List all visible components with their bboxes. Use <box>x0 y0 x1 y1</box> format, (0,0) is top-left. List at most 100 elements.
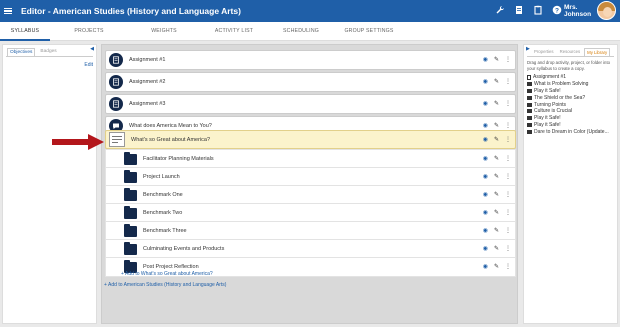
item-label: Benchmark Two <box>143 210 183 216</box>
item-label: Facilitator Planning Materials <box>143 156 214 162</box>
eye-icon[interactable]: ◉ <box>483 155 488 162</box>
eye-icon[interactable]: ◉ <box>483 191 488 198</box>
tab-objectives[interactable]: Objectives <box>7 48 36 56</box>
tab-properties[interactable]: Properties <box>532 48 556 56</box>
item-label: Post Project Reflection <box>143 264 199 270</box>
pencil-icon[interactable]: ✎ <box>494 155 499 162</box>
tab-syllabus[interactable]: SYLLABUS <box>0 22 50 41</box>
library-item[interactable]: Play it Safe! <box>527 122 614 129</box>
syllabus-item[interactable]: Assignment #1 ◉ ✎ ⋮ <box>105 50 516 70</box>
library-item[interactable]: Turning Points <box>527 101 614 108</box>
avatar[interactable] <box>597 1 616 20</box>
main-tabs: SYLLABUS PROJECTS WEIGHTS ACTIVITY LIST … <box>0 22 620 41</box>
tab-group-settings[interactable]: GROUP SETTINGS <box>334 22 404 41</box>
library-item[interactable]: What is Problem Solving <box>527 81 614 88</box>
more-icon[interactable]: ⋮ <box>505 56 511 63</box>
folder-item[interactable]: Culminating Events and Products ◉ ✎ ⋮ <box>105 239 516 259</box>
library-item[interactable]: Culture is Crucial <box>527 108 614 115</box>
folder-item[interactable]: Benchmark Three ◉ ✎ ⋮ <box>105 221 516 241</box>
more-icon[interactable]: ⋮ <box>505 245 511 252</box>
library-item[interactable]: Play it Safe! <box>527 88 614 95</box>
more-icon[interactable]: ⋮ <box>505 78 511 85</box>
more-icon[interactable]: ⋮ <box>505 191 511 198</box>
folder-item[interactable]: Benchmark Two ◉ ✎ ⋮ <box>105 203 516 223</box>
eye-icon[interactable]: ◉ <box>483 209 488 216</box>
pencil-icon[interactable]: ✎ <box>494 56 499 63</box>
pencil-icon[interactable]: ✎ <box>494 136 499 143</box>
more-icon[interactable]: ⋮ <box>505 227 511 234</box>
item-label: Culminating Events and Products <box>143 246 225 252</box>
library-item[interactable]: Assignment #1 <box>527 74 614 81</box>
eye-icon[interactable]: ◉ <box>483 78 488 85</box>
folder-item[interactable]: Benchmark One ◉ ✎ ⋮ <box>105 185 516 205</box>
collapse-right-icon[interactable]: ▶ <box>526 46 530 52</box>
app-header: Editor - American Studies (History and L… <box>0 0 620 22</box>
left-panel: ◀ Objectives Badges Edit <box>2 44 97 324</box>
eye-icon[interactable]: ◉ <box>483 227 488 234</box>
document-icon <box>527 74 531 80</box>
tab-badges[interactable]: Badges <box>38 48 58 56</box>
library-list: Assignment #1 What is Problem Solving Pl… <box>527 74 614 135</box>
annotation-arrow-icon <box>52 134 104 152</box>
eye-icon[interactable]: ◉ <box>483 263 488 270</box>
item-label: Assignment #1 <box>129 57 166 63</box>
wrench-icon[interactable] <box>495 5 505 15</box>
pencil-icon[interactable]: ✎ <box>494 191 499 198</box>
syllabus-item[interactable]: Assignment #2 ◉ ✎ ⋮ <box>105 72 516 92</box>
library-item[interactable]: Play it Safe! <box>527 115 614 122</box>
add-to-course-link[interactable]: + Add to American Studies (History and L… <box>104 282 226 288</box>
eye-icon[interactable]: ◉ <box>483 136 488 143</box>
pencil-icon[interactable]: ✎ <box>494 173 499 180</box>
folder-item[interactable]: Project Launch ◉ ✎ ⋮ <box>105 167 516 187</box>
library-hint: Drag and drop activity, project, or fold… <box>527 60 611 71</box>
item-label: Benchmark One <box>143 192 183 198</box>
more-icon[interactable]: ⋮ <box>505 209 511 216</box>
hamburger-menu-icon[interactable] <box>4 7 12 15</box>
tab-activity-list[interactable]: ACTIVITY LIST <box>200 22 268 41</box>
pencil-icon[interactable]: ✎ <box>494 78 499 85</box>
assignment-icon <box>109 75 123 89</box>
folder-icon <box>124 223 137 237</box>
edit-link[interactable]: Edit <box>84 62 93 68</box>
folder-icon <box>527 116 532 121</box>
pencil-icon[interactable]: ✎ <box>494 227 499 234</box>
tab-resources[interactable]: Resources <box>558 48 583 56</box>
project-thumbnail <box>109 132 125 147</box>
folder-icon <box>124 187 137 201</box>
tab-my-library[interactable]: My Library <box>584 48 611 56</box>
pencil-icon[interactable]: ✎ <box>494 209 499 216</box>
more-icon[interactable]: ⋮ <box>505 122 511 129</box>
more-icon[interactable]: ⋮ <box>505 155 511 162</box>
document-icon[interactable] <box>514 5 524 15</box>
eye-icon[interactable]: ◉ <box>483 122 488 129</box>
tab-projects[interactable]: PROJECTS <box>50 22 128 41</box>
tab-scheduling[interactable]: SCHEDULING <box>268 22 334 41</box>
syllabus-item[interactable]: Assignment #3 ◉ ✎ ⋮ <box>105 94 516 114</box>
more-icon[interactable]: ⋮ <box>505 100 511 107</box>
help-icon[interactable]: ? <box>552 5 562 15</box>
tab-weights[interactable]: WEIGHTS <box>128 22 200 41</box>
more-icon[interactable]: ⋮ <box>505 263 511 270</box>
collapse-left-icon[interactable]: ◀ <box>90 46 94 52</box>
add-to-project-link[interactable]: + Add to What's so Great about America? <box>121 271 213 277</box>
eye-icon[interactable]: ◉ <box>483 245 488 252</box>
pencil-icon[interactable]: ✎ <box>494 263 499 270</box>
pencil-icon[interactable]: ✎ <box>494 245 499 252</box>
more-icon[interactable]: ⋮ <box>505 136 511 143</box>
more-icon[interactable]: ⋮ <box>505 173 511 180</box>
eye-icon[interactable]: ◉ <box>483 173 488 180</box>
folder-item[interactable]: Facilitator Planning Materials ◉ ✎ ⋮ <box>105 149 516 169</box>
clipboard-icon[interactable] <box>533 5 543 15</box>
folder-icon <box>124 205 137 219</box>
pencil-icon[interactable]: ✎ <box>494 122 499 129</box>
library-item[interactable]: The Shield or the Sea? <box>527 94 614 101</box>
syllabus-area: Assignment #1 ◉ ✎ ⋮ Assignment #2 ◉ ✎ ⋮ Assi… <box>101 44 518 324</box>
project-item[interactable]: What's so Great about America? ◉ ✎ ⋮ <box>105 130 516 149</box>
divider <box>6 56 93 57</box>
pencil-icon[interactable]: ✎ <box>494 100 499 107</box>
library-item[interactable]: Dare to Dream in Color (Update... <box>527 128 614 135</box>
eye-icon[interactable]: ◉ <box>483 100 488 107</box>
user-name[interactable]: Mrs. Johnson <box>564 4 594 18</box>
folder-icon <box>124 151 137 165</box>
eye-icon[interactable]: ◉ <box>483 56 488 63</box>
